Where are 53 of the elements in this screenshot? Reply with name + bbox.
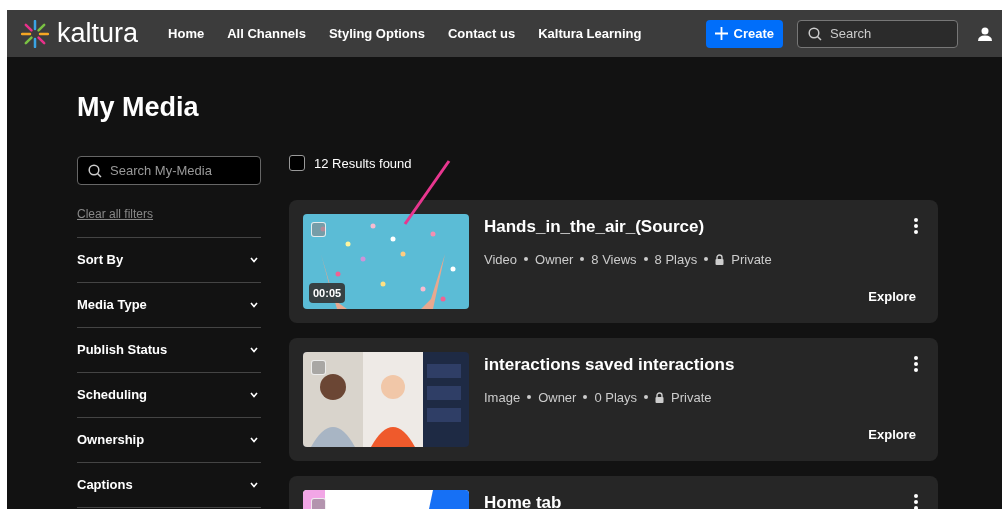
media-meta: 0 Plays [594, 388, 638, 407]
filter-accordion[interactable]: Publish Status [77, 326, 261, 372]
chevron-icon [250, 346, 258, 353]
media-title[interactable]: interactions saved interactions [484, 352, 735, 378]
media-meta: 8 Views [591, 250, 637, 269]
search-field[interactable]: Search [797, 19, 958, 48]
media-meta: Image [484, 388, 521, 407]
chevron-icon [250, 391, 258, 398]
nav-link[interactable]: Styling Options [328, 23, 425, 44]
explore-button[interactable]: Explore [868, 286, 916, 306]
media-title[interactable]: Hands_in_the_air_(Source) [484, 214, 705, 240]
results-count: 12 Results found [314, 154, 412, 173]
select-checkbox[interactable] [311, 498, 326, 509]
media-title[interactable]: Home tab [484, 490, 562, 509]
plus-icon [714, 27, 728, 40]
filter-accordion[interactable]: Scheduling [77, 371, 261, 417]
create-button[interactable]: Create [705, 19, 783, 48]
nav-link[interactable]: Home [168, 23, 205, 44]
user-icon[interactable] [978, 26, 992, 41]
more-icon[interactable] [914, 218, 918, 234]
media-meta: Video [484, 250, 517, 269]
more-icon[interactable] [914, 356, 918, 372]
media-meta: Owner [538, 388, 577, 407]
filter-accordion[interactable]: Sort By [77, 236, 261, 282]
search-field[interactable]: Search My-Media [77, 155, 261, 185]
select-checkbox[interactable] [311, 360, 326, 375]
logo-text: kaltura [57, 20, 139, 47]
lock-icon [715, 253, 725, 265]
filter-accordion[interactable]: Captions [77, 461, 261, 507]
chevron-icon [250, 301, 258, 308]
nav-link[interactable]: All Channels [227, 23, 306, 44]
nav-link[interactable]: Kaltura Learning [538, 23, 642, 44]
page-title: My Media [77, 91, 200, 124]
chevron-icon [250, 481, 258, 488]
media-meta: Owner [535, 250, 574, 269]
search-icon [808, 26, 822, 41]
explore-button[interactable]: Explore [868, 424, 916, 444]
chevron-icon [250, 256, 258, 263]
chevron-icon [250, 436, 258, 443]
clear-filters-link[interactable]: Clear all filters [77, 204, 154, 223]
duration-badge: 00:05 [309, 282, 346, 303]
media-meta: 8 Plays [654, 250, 698, 269]
privacy-status: Private [671, 388, 712, 407]
select-all-checkbox[interactable] [289, 155, 305, 172]
filter-accordion[interactable]: Media Type [77, 281, 261, 327]
select-checkbox[interactable] [311, 222, 326, 237]
nav-link[interactable]: Contact us [448, 23, 516, 44]
lock-icon [655, 391, 665, 403]
logo-icon [21, 19, 49, 48]
more-icon[interactable] [914, 494, 918, 509]
search-icon [88, 163, 102, 178]
privacy-status: Private [731, 250, 772, 269]
filter-accordion[interactable]: Ownership [77, 416, 261, 462]
